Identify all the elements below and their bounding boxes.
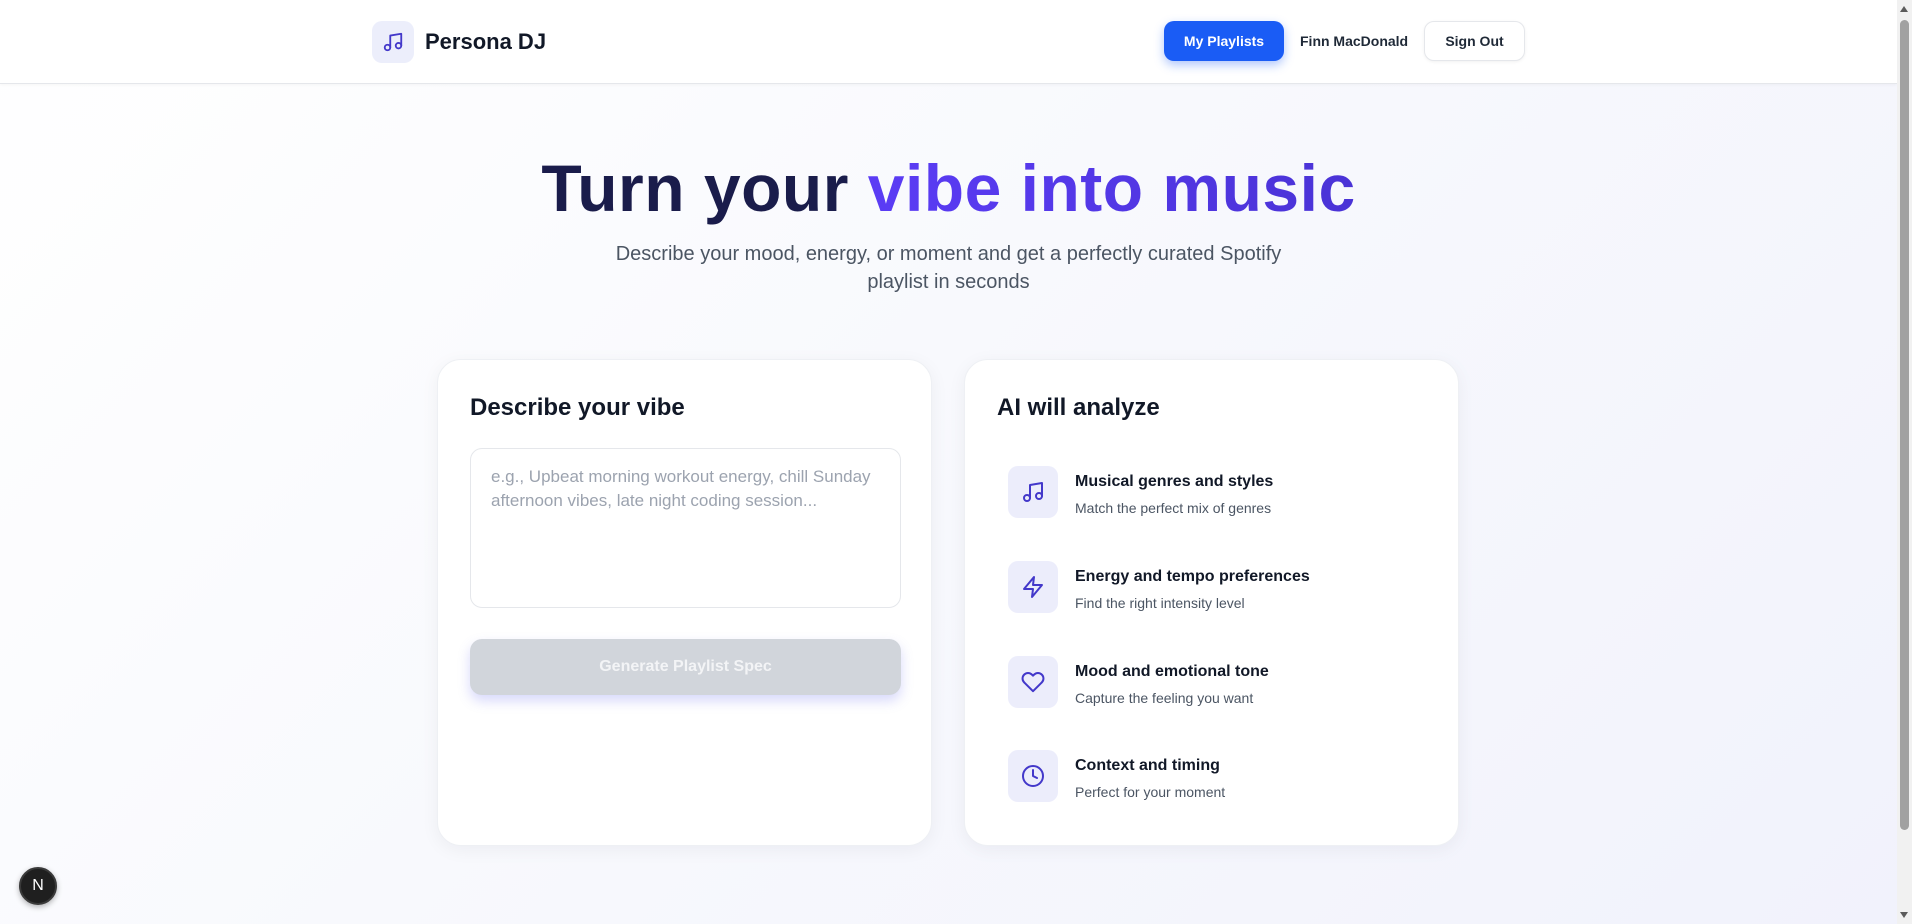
sign-out-button[interactable]: Sign Out bbox=[1424, 21, 1525, 61]
feature-title: Energy and tempo preferences bbox=[1075, 568, 1310, 585]
hero-subtitle: Describe your mood, energy, or moment an… bbox=[615, 243, 1282, 293]
vibe-input[interactable] bbox=[470, 448, 901, 608]
describe-vibe-title: Describe your vibe bbox=[470, 394, 685, 421]
ai-analyze-title: AI will analyze bbox=[997, 394, 1160, 421]
page-scrollbar[interactable] bbox=[1897, 0, 1912, 924]
feature-title: Musical genres and styles bbox=[1075, 473, 1274, 490]
ai-analyze-card: AI will analyze Musical genres and style… bbox=[964, 359, 1459, 846]
clock-icon bbox=[1022, 765, 1044, 787]
feature-icon-box bbox=[1008, 466, 1058, 518]
heart-icon bbox=[1021, 672, 1045, 693]
scroll-thumb[interactable] bbox=[1900, 20, 1909, 830]
lightning-icon bbox=[1023, 576, 1043, 598]
feature-item-energy: Energy and tempo preferences Find the ri… bbox=[1008, 561, 1428, 617]
user-name: Finn MacDonald bbox=[1300, 33, 1409, 49]
music-note-icon bbox=[383, 32, 403, 52]
logo[interactable] bbox=[372, 21, 414, 63]
feature-description: Perfect for your moment bbox=[1075, 784, 1226, 800]
scroll-up-arrow-icon[interactable] bbox=[1900, 6, 1908, 12]
describe-vibe-card: Describe your vibe Generate Playlist Spe… bbox=[437, 359, 932, 846]
my-playlists-button[interactable]: My Playlists bbox=[1164, 21, 1284, 61]
next-dev-badge[interactable]: N bbox=[19, 867, 57, 905]
feature-title: Context and timing bbox=[1075, 757, 1220, 774]
feature-description: Capture the feeling you want bbox=[1075, 690, 1254, 706]
feature-item-genres: Musical genres and styles Match the perf… bbox=[1008, 466, 1428, 522]
feature-icon-box bbox=[1008, 750, 1058, 802]
feature-description: Match the perfect mix of genres bbox=[1075, 500, 1272, 516]
hero-title: Turn your vibe into music bbox=[0, 150, 1897, 226]
hero-title-accent: vibe into music bbox=[867, 151, 1356, 225]
scroll-down-arrow-icon[interactable] bbox=[1900, 912, 1908, 918]
feature-description: Find the right intensity level bbox=[1075, 595, 1245, 611]
feature-icon-box bbox=[1008, 561, 1058, 613]
top-nav: Persona DJ My Playlists Finn MacDonald S… bbox=[0, 0, 1897, 84]
feature-item-context: Context and timing Perfect for your mome… bbox=[1008, 750, 1428, 806]
music-note-icon bbox=[1023, 482, 1043, 502]
feature-title: Mood and emotional tone bbox=[1075, 663, 1269, 680]
generate-playlist-button[interactable]: Generate Playlist Spec bbox=[470, 639, 901, 695]
hero-title-main: Turn your bbox=[541, 151, 868, 225]
brand-name[interactable]: Persona DJ bbox=[425, 29, 546, 55]
feature-icon-box bbox=[1008, 656, 1058, 708]
feature-item-mood: Mood and emotional tone Capture the feel… bbox=[1008, 656, 1428, 712]
